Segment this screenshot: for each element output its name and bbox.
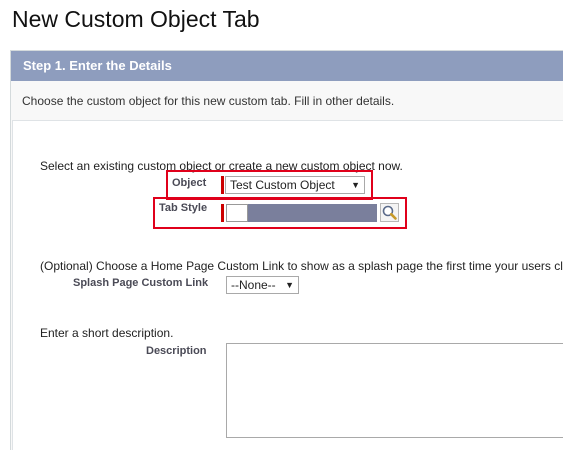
description-label: Description	[146, 345, 207, 357]
object-select-value: Test Custom Object	[230, 178, 335, 192]
step-header: Step 1. Enter the Details	[11, 51, 563, 81]
tab-style-label: Tab Style	[159, 202, 208, 214]
required-indicator	[221, 176, 224, 194]
object-select[interactable]: Test Custom Object ▼	[225, 176, 365, 194]
splash-prompt: (Optional) Choose a Home Page Custom Lin…	[40, 259, 563, 273]
object-label: Object	[172, 177, 207, 189]
splash-label: Splash Page Custom Link	[73, 277, 209, 289]
page-title: New Custom Object Tab	[12, 6, 260, 32]
description-textarea[interactable]	[226, 343, 563, 438]
required-indicator	[221, 204, 224, 222]
tab-style-icon-preview	[226, 204, 248, 222]
description-prompt: Enter a short description.	[40, 326, 174, 340]
splash-page-select[interactable]: --None-- ▼	[226, 276, 299, 294]
splash-select-value: --None--	[231, 278, 276, 292]
lookup-icon[interactable]	[380, 203, 399, 222]
chevron-down-icon: ▼	[351, 180, 360, 190]
chevron-down-icon: ▼	[285, 280, 294, 290]
step-intro-text: Choose the custom object for this new cu…	[22, 94, 395, 108]
tab-style-color-swatch[interactable]	[248, 204, 377, 222]
